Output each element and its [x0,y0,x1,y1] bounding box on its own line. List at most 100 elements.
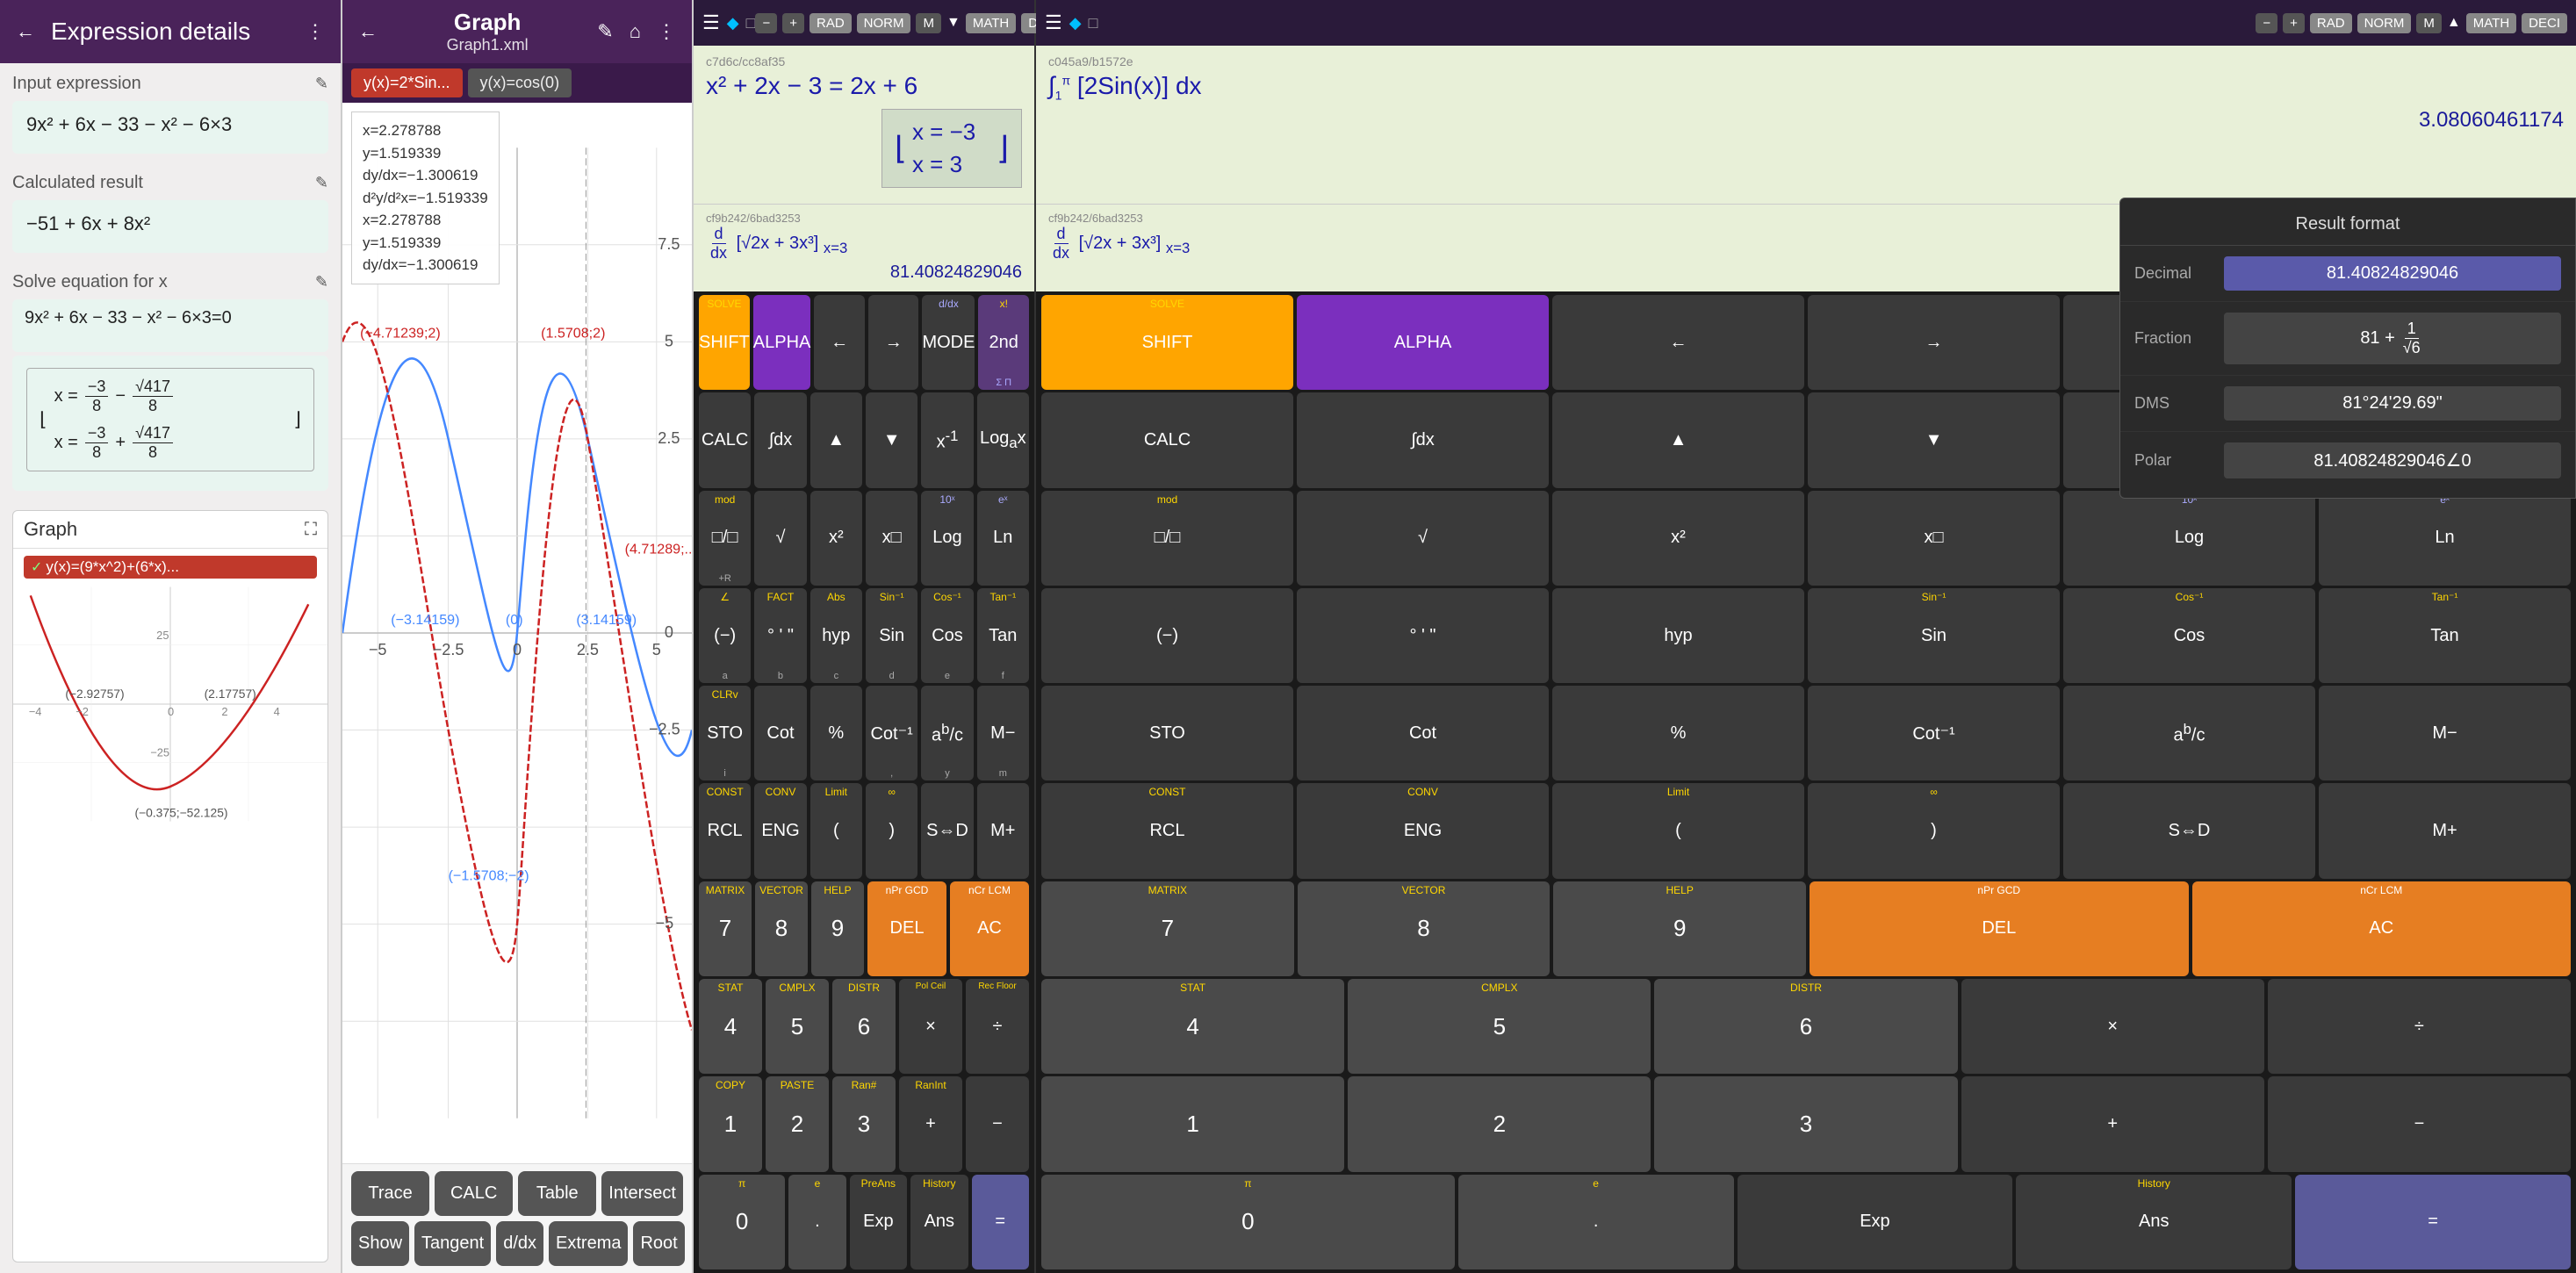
trace-button[interactable]: Trace [351,1171,429,1216]
divide-key[interactable]: Rec Floor ÷ [966,979,1029,1074]
open-paren-key-2[interactable]: Limit( [1552,783,1804,878]
percent-key-2[interactable]: % [1552,686,1804,780]
key2-5[interactable]: CMPLX5 [1348,979,1651,1074]
eng-key[interactable]: CONV ENG [754,783,806,878]
x-inv-key[interactable]: x-1 [921,392,973,487]
ac-key[interactable]: nCr LCM AC [950,881,1029,976]
m-minus-key-2[interactable]: M− [2319,686,2571,780]
down-arrow-key-2[interactable]: ▼ [1808,392,2060,487]
frac-key-2[interactable]: mod□/□ [1041,491,1293,586]
plus-btn[interactable]: + [782,13,804,33]
key2-2[interactable]: 2 [1348,1076,1651,1171]
key-2[interactable]: PASTE 2 [766,1076,829,1171]
edit-calc-icon[interactable]: ✎ [315,174,328,192]
plus-btn-2[interactable]: + [2283,13,2305,33]
rcl-key-2[interactable]: CONSTRCL [1041,783,1293,878]
ln-key[interactable]: eˣ Ln [977,491,1029,586]
list-icon[interactable]: ☰ [702,11,720,34]
cot-inv-key[interactable]: Cot⁻¹ , [866,686,917,780]
up-arrow-key[interactable]: ▲ [810,392,862,487]
back-button[interactable]: ← [12,17,39,47]
integral-key[interactable]: ∫dx [754,392,806,487]
log-key[interactable]: 10ˣ Log [921,491,973,586]
left-arrow-key[interactable]: ← [814,295,865,390]
key2-4[interactable]: STAT4 [1041,979,1344,1074]
exp-key-2[interactable]: Exp [1738,1175,2013,1269]
sin-key[interactable]: Sin⁻¹ Sin d [866,588,917,683]
tangent-button[interactable]: Tangent [414,1221,491,1266]
neg-key[interactable]: ∠ (−) a [699,588,751,683]
fullscreen-icon[interactable]: ⛶ [305,520,317,540]
m-plus-key[interactable]: M+ [977,783,1029,878]
close-paren-key-2[interactable]: ∞) [1808,783,2060,878]
percent-key[interactable]: % [810,686,862,780]
plus-key[interactable]: RanInt + [899,1076,962,1171]
down-arrow-key[interactable]: ▼ [866,392,917,487]
open-paren-key[interactable]: Limit ( [810,783,862,878]
divide-key-2[interactable]: ÷ [2268,979,2571,1074]
a-b-c-key[interactable]: ab/c y [921,686,973,780]
decimal-key-2[interactable]: e. [1458,1175,1734,1269]
alpha-key-2[interactable]: ALPHA [1297,295,1549,390]
s-to-d-key[interactable]: S⇔D [921,783,973,878]
key-6[interactable]: DISTR 6 [832,979,896,1074]
list-icon-2[interactable]: ☰ [1045,11,1062,34]
key-3[interactable]: Ran# 3 [832,1076,896,1171]
ans-key-2[interactable]: History Ans [2016,1175,2292,1269]
minus-key-2[interactable]: − [2268,1076,2571,1171]
tan-key-2[interactable]: Tan⁻¹Tan [2319,588,2571,683]
cot-key[interactable]: Cot [754,686,806,780]
eng-key-2[interactable]: CONVENG [1297,783,1549,878]
graph-edit-button[interactable]: ✎ [594,17,616,47]
deg-key-2[interactable]: ° ' " [1297,588,1549,683]
extrema-button[interactable]: Extrema [549,1221,628,1266]
del-key-2[interactable]: nPr GCDDEL [1810,881,2189,976]
result-format-fraction[interactable]: Fraction 81 + 1√6 [2120,302,2575,376]
sto-key[interactable]: CLRv STO i [699,686,751,780]
ac-key-2[interactable]: nCr LCMAC [2192,881,2572,976]
m-plus-key-2[interactable]: M+ [2319,783,2571,878]
key-1[interactable]: COPY 1 [699,1076,762,1171]
x-sq-key-2[interactable]: x² [1552,491,1804,586]
2nd-key[interactable]: x! 2nd Σ Π [978,295,1029,390]
key2-3[interactable]: 3 [1654,1076,1957,1171]
m-minus-key[interactable]: M− m [977,686,1029,780]
sin-key-2[interactable]: Sin⁻¹Sin [1808,588,2060,683]
decimal-key[interactable]: e . [788,1175,845,1269]
key-0[interactable]: π 0 [699,1175,785,1269]
key2-8[interactable]: VECTOR8 [1298,881,1551,976]
key-9[interactable]: HELP 9 [811,881,864,976]
menu-button[interactable]: ⋮ [302,17,328,47]
hyp-key[interactable]: Abs hyp c [810,588,862,683]
key2-0[interactable]: π0 [1041,1175,1455,1269]
s-to-d-key-2[interactable]: S⇔D [2063,783,2315,878]
rcl-key[interactable]: CONST RCL [699,783,751,878]
calc-key[interactable]: CALC [699,392,751,487]
sto-key-2[interactable]: STO [1041,686,1293,780]
calc-key-2[interactable]: CALC [1041,392,1293,487]
left-arrow-key-2[interactable]: ← [1552,295,1804,390]
key-8[interactable]: VECTOR 8 [755,881,808,976]
multiply-key[interactable]: Pol Ceil × [899,979,962,1074]
result-format-dms[interactable]: DMS 81°24'29.69" [2120,376,2575,432]
deg-min-sec-key[interactable]: FACT ° ' " b [754,588,806,683]
graph-home-button[interactable]: ⌂ [626,17,644,47]
right-arrow-key[interactable]: → [868,295,919,390]
hyp-key-2[interactable]: hyp [1552,588,1804,683]
func-tab-0[interactable]: y(x)=2*Sin... [351,68,463,97]
intersect-button[interactable]: Intersect [601,1171,683,1216]
graph-menu-button[interactable]: ⋮ [653,17,680,47]
plus-key-2[interactable]: + [1961,1076,2264,1171]
edit-solve-icon[interactable]: ✎ [315,273,328,291]
table-button[interactable]: Table [518,1171,596,1216]
ln-key-2[interactable]: eˣLn [2319,491,2571,586]
key2-6[interactable]: DISTR6 [1654,979,1957,1074]
log-a-x-key[interactable]: Logax [977,392,1029,487]
fraction-key[interactable]: mod □/□ +R [699,491,751,586]
exp-key[interactable]: PreAns Exp [850,1175,907,1269]
a-b-c-key-2[interactable]: ab/c [2063,686,2315,780]
up-arrow-key-2[interactable]: ▲ [1552,392,1804,487]
minus-key[interactable]: − [966,1076,1029,1171]
key-5[interactable]: CMPLX 5 [766,979,829,1074]
alpha-key[interactable]: ALPHA [753,295,811,390]
